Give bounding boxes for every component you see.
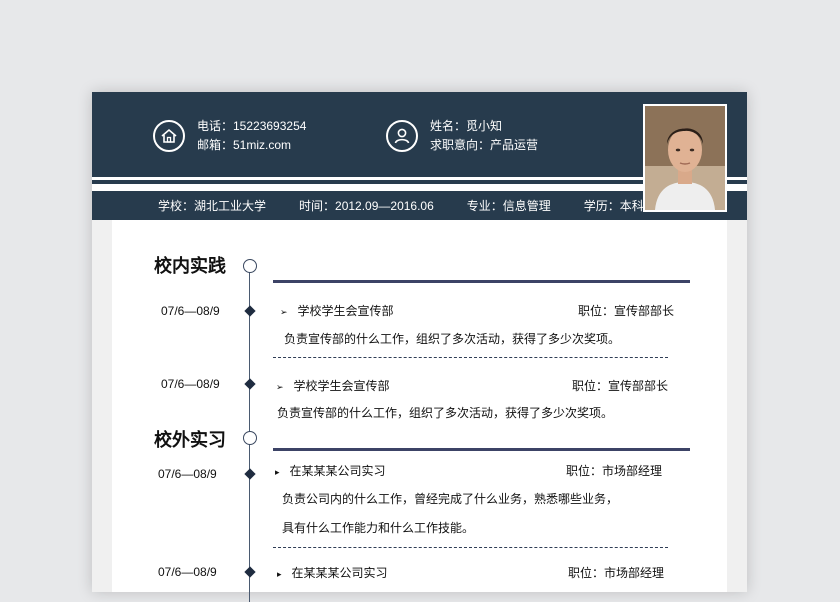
entry-position: 职位：市场部经理 xyxy=(566,464,663,478)
entry-org-label: 学校学生会宣传部 xyxy=(297,304,394,318)
period-text: 时间：2012.09—2016.06 xyxy=(299,199,434,213)
user-icon xyxy=(386,120,418,152)
major-text: 专业：信息管理 xyxy=(466,199,551,213)
entry-position: 职位：宣传部部长 xyxy=(578,304,675,318)
home-icon xyxy=(153,120,185,152)
education-info-row: 学校：湖北工业大学 时间：2012.09—2016.06 专业：信息管理 学历：… xyxy=(158,191,677,220)
timeline-section-marker xyxy=(243,259,257,273)
entry-org-label: 学校学生会宣传部 xyxy=(293,379,390,393)
section-rule xyxy=(273,448,690,451)
entry-org: ➢ 学校学生会宣传部 xyxy=(276,377,390,394)
timeline-entry-marker xyxy=(244,468,256,480)
timeline-section-marker xyxy=(243,431,257,445)
entry-org-label: 在某某某公司实习 xyxy=(291,566,388,580)
bullet-arrow-icon: ➢ xyxy=(276,382,284,392)
timeline-entry-marker xyxy=(244,378,256,390)
entry-org-label: 在某某某公司实习 xyxy=(289,464,386,478)
entry-position: 职位：宣传部部长 xyxy=(572,379,669,393)
job-intent-text: 求职意向：产品运营 xyxy=(430,138,539,152)
entry-description: 具有什么工作能力和什么工作技能。 xyxy=(282,521,475,535)
entry-date: 07/6—08/9 xyxy=(158,565,217,579)
email-text: 邮箱：51miz.com xyxy=(197,138,292,152)
entry-date: 07/6—08/9 xyxy=(161,304,220,318)
entry-org: ▸ 在某某某公司实习 xyxy=(275,462,386,479)
section-title: 校内实践 xyxy=(154,256,226,276)
bullet-arrow-icon: ▸ xyxy=(275,467,280,477)
entry-org: ➢ 学校学生会宣传部 xyxy=(280,302,394,319)
school-text: 学校：湖北工业大学 xyxy=(158,199,267,213)
entry-position: 职位：市场部经理 xyxy=(568,566,665,580)
right-margin-panel xyxy=(727,220,747,592)
left-margin-panel xyxy=(92,220,112,592)
entry-date: 07/6—08/9 xyxy=(161,377,220,391)
entry-date: 07/6—08/9 xyxy=(158,467,217,481)
name-text: 姓名：觅小知 xyxy=(430,119,503,133)
bullet-arrow-icon: ➢ xyxy=(280,307,288,317)
degree-text: 学历：本科 xyxy=(583,199,644,213)
entry-divider xyxy=(273,547,668,548)
entry-divider xyxy=(273,357,668,358)
entry-org: ▸ 在某某某公司实习 xyxy=(277,564,388,581)
entry-description: 负责公司内的什么工作，曾经完成了什么业务，熟悉哪些业务， xyxy=(282,492,619,506)
resume-sheet: 电话：15223693254 邮箱：51miz.com 姓名：觅小知 求职意向：… xyxy=(92,92,747,602)
bullet-arrow-icon: ▸ xyxy=(277,569,282,579)
timeline-entry-marker xyxy=(244,305,256,317)
entry-description: 负责宣传部的什么工作，组织了多次活动，获得了多少次奖项。 xyxy=(277,406,614,420)
phone-text: 电话：15223693254 xyxy=(197,119,307,133)
section-title: 校外实习 xyxy=(154,430,226,450)
entry-description: 负责宣传部的什么工作，组织了多次活动，获得了多少次奖项。 xyxy=(284,332,621,346)
section-rule xyxy=(273,280,690,283)
timeline-entry-marker xyxy=(244,566,256,578)
